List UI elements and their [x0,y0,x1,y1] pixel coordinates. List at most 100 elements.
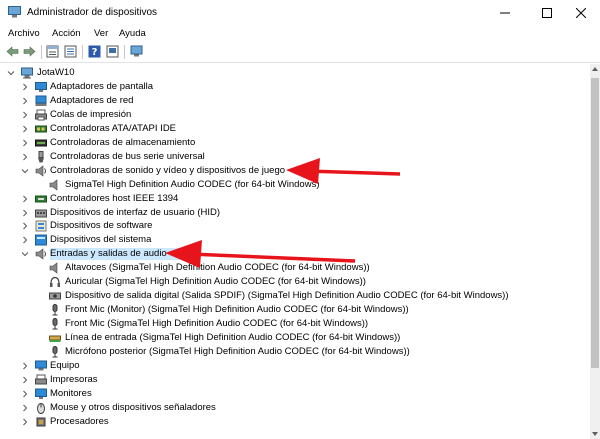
toolbar-separator [124,45,125,59]
chevron-right-icon[interactable] [21,97,29,105]
tree-category[interactable]: Equipo [0,359,590,373]
tree-category[interactable]: Entradas y salidas de audio [0,247,590,261]
tree-category[interactable]: Controladores host IEEE 1394 [0,192,590,206]
chevron-right-icon[interactable] [21,236,29,244]
tree-category[interactable]: Controladoras de bus serie universal [0,150,590,164]
chevron-right-icon[interactable] [21,404,29,412]
tree-category-label: Monitores [50,387,92,399]
chevron-right-icon[interactable] [21,390,29,398]
tree-device[interactable]: SigmaTel High Definition Audio CODEC (fo… [0,178,590,192]
scroll-up-icon[interactable] [591,66,599,72]
tree-category-label: Dispositivos de interfaz de usuario (HID… [50,206,221,218]
tree-category[interactable]: Adaptadores de red [0,94,590,108]
network-adapter-icon [35,95,47,106]
device-view-icon[interactable] [106,45,119,58]
tree-category[interactable]: Adaptadores de pantalla [0,80,590,94]
maximize-button[interactable] [528,0,566,26]
tree-device[interactable]: Línea de entrada (SigmaTel High Definiti… [0,331,590,345]
chevron-right-icon[interactable] [21,83,29,91]
tree-category[interactable]: Monitores [0,387,590,401]
tree-category-label: Controladoras de bus serie universal [50,150,205,162]
device-manager-app-icon [8,6,21,18]
tree-category[interactable]: Procesadores [0,415,590,429]
chevron-down-icon[interactable] [21,250,29,258]
tree-device-label: Front Mic (Monitor) (SigmaTel High Defin… [65,304,409,316]
tree-root-label: JotaW10 [37,67,75,78]
tree-device[interactable]: Dispositivo de salida digital (Salida SP… [0,289,590,303]
tree-category-label: Dispositivos de software [50,220,153,232]
tree-device[interactable]: Micrófono posterior (SigmaTel High Defin… [0,345,590,359]
chevron-down-icon[interactable] [7,69,15,77]
chevron-right-icon[interactable] [21,209,29,217]
device-manager-window: Administrador de dispositivos Archivo Ac… [0,0,600,439]
minimize-button[interactable] [486,0,524,26]
device-tree[interactable]: JotaW10 Adaptadores de pantalla Adaptadore… [0,64,590,439]
tree-device[interactable]: Altavoces (SigmaTel High Definition Audi… [0,261,590,275]
hid-icon [35,209,47,217]
microphone-child-icon [52,304,58,316]
tree-device[interactable]: Front Mic (Monitor) (SigmaTel High Defin… [0,303,590,317]
speaker-child-icon [49,262,58,274]
tree-category-label: Procesadores [50,415,109,427]
chevron-right-icon[interactable] [21,376,29,384]
chevron-right-icon[interactable] [21,222,29,230]
tree-category[interactable]: Controladoras de almacenamiento [0,136,590,150]
tree-category-label: Mouse y otros dispositivos señaladores [50,401,216,413]
tree-root[interactable]: JotaW10 [0,66,590,80]
tree-category-label: Adaptadores de pantalla [50,80,153,92]
scrollbar-thumb[interactable] [591,78,599,368]
tree-category-label: Entradas y salidas de audio [50,248,193,261]
tree-device-label: SigmaTel High Definition Audio CODEC (fo… [65,178,320,190]
scan-hardware-icon[interactable] [130,45,143,58]
svg-text:?: ? [92,47,98,58]
menu-bar: Archivo Acción Ver Ayuda [0,26,600,42]
menu-accion[interactable]: Acción [52,28,81,39]
menu-ver[interactable]: Ver [94,28,108,39]
tree-category-label: Controladoras de almacenamiento [50,136,196,148]
close-icon [576,8,586,18]
minimize-icon [500,12,510,14]
computer-icon [35,360,47,371]
help-icon[interactable]: ? [88,45,101,58]
tree-category[interactable]: Dispositivos de interfaz de usuario (HID… [0,206,590,220]
list-view-icon[interactable] [64,45,77,58]
chevron-right-icon[interactable] [21,139,29,147]
tree-device[interactable]: Auricular (SigmaTel High Definition Audi… [0,275,590,289]
tree-category[interactable]: Dispositivos del sistema [0,233,590,247]
tree-category[interactable]: Controladoras de sonido y vídeo y dispos… [0,164,590,178]
ieee1394-icon [35,195,47,203]
tree-category[interactable]: Dispositivos de software [0,219,590,233]
toolbar: ? [0,42,600,63]
tree-category-label: Colas de impresión [50,108,132,120]
forward-arrow-icon[interactable] [23,45,36,58]
tree-category[interactable]: Impresoras [0,373,590,387]
tree-category[interactable]: Colas de impresión [0,108,590,122]
properties-view-icon[interactable] [46,45,59,58]
scroll-down-icon[interactable] [591,431,599,437]
tree-category[interactable]: Mouse y otros dispositivos señaladores [0,401,590,415]
close-button[interactable] [562,0,600,26]
chevron-right-icon[interactable] [21,195,29,203]
toolbar-separator [41,45,42,59]
menu-ayuda[interactable]: Ayuda [119,28,146,39]
microphone-child-icon [52,318,58,330]
tree-category-label: Controladoras de sonido y vídeo y dispos… [50,164,286,176]
menu-archivo[interactable]: Archivo [8,28,40,39]
display-adapter-icon [35,81,47,92]
tree-device[interactable]: Front Mic (SigmaTel High Definition Audi… [0,317,590,331]
chevron-right-icon[interactable] [21,418,29,426]
toolbar-separator [82,45,83,59]
tree-category-label: Impresoras [50,373,98,385]
back-arrow-icon[interactable] [6,45,19,58]
chevron-right-icon[interactable] [21,153,29,161]
print-queue-icon [35,109,47,121]
sound-controller-icon [35,165,46,177]
chevron-right-icon[interactable] [21,125,29,133]
chevron-right-icon[interactable] [21,362,29,370]
storage-controller-icon [35,139,47,147]
window-title: Administrador de dispositivos [27,7,158,18]
title-bar: Administrador de dispositivos [0,0,600,26]
chevron-down-icon[interactable] [21,167,29,175]
chevron-right-icon[interactable] [21,111,29,119]
tree-category[interactable]: Controladoras ATA/ATAPI IDE [0,122,590,136]
